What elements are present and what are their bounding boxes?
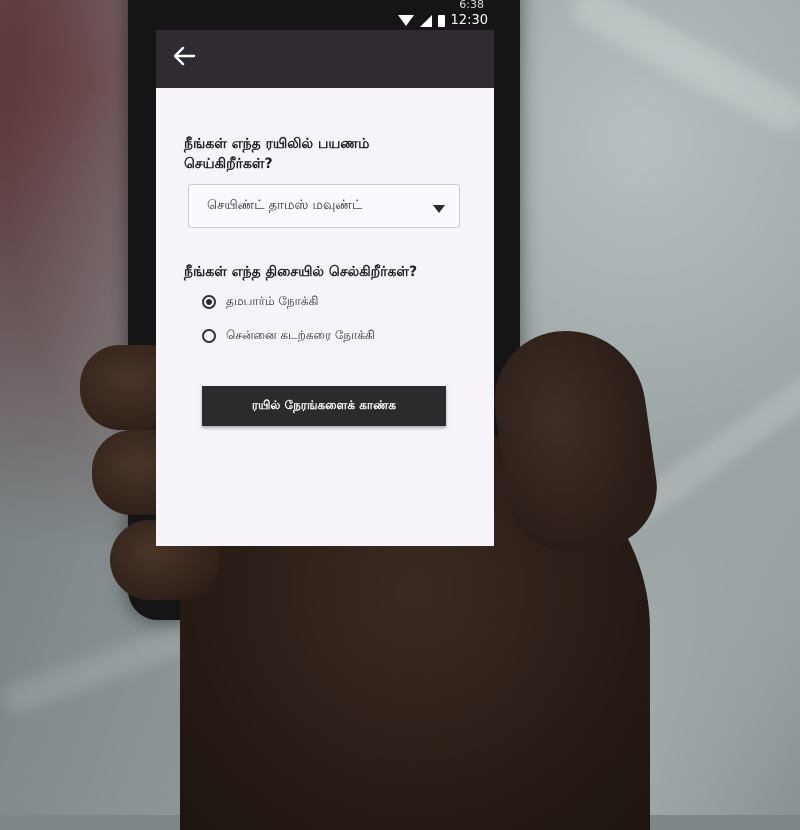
caret-down-icon: [433, 205, 445, 213]
wifi-icon: [397, 15, 414, 26]
direction-option-label: சென்னை கடற்கரை நோக்கி: [226, 328, 375, 342]
app-bar: [156, 30, 494, 88]
radio-selected-icon[interactable]: [202, 295, 216, 309]
direction-option-tambaram[interactable]: தமபார்ம் நோக்கி: [202, 294, 318, 310]
status-time: 12:30: [450, 13, 488, 28]
signal-icon: [419, 14, 432, 27]
train-question: நீங்கள் எந்த ரயிலில் பயணம் செய்கிறீர்கள்…: [184, 136, 370, 172]
train-select[interactable]: செயிண்ட் தாமஸ் மவுண்ட்: [188, 184, 460, 228]
direction-option-chennai-beach[interactable]: சென்னை கடற்கரை நோக்கி: [202, 328, 375, 344]
arrow-left-icon[interactable]: [170, 42, 202, 74]
view-train-times-button[interactable]: ரயில் நேரங்களைக் காண்க: [202, 386, 446, 426]
battery-icon: [437, 14, 445, 27]
train-select-value: செயிண்ட் தாமஸ் மவுண்ட்: [207, 198, 363, 213]
notification-clock: 6:38: [459, 0, 484, 11]
direction-option-label: தமபார்ம் நோக்கி: [226, 294, 319, 308]
radio-unselected-icon[interactable]: [202, 329, 216, 343]
arrow-left-icon-glyph: [173, 46, 196, 66]
direction-question: நீங்கள் எந்த திசையில் செல்கிறீர்கள்?: [184, 264, 418, 280]
form-screen: நீங்கள் எந்த ரயிலில் பயணம் செய்கிறீர்கள்…: [156, 88, 494, 546]
